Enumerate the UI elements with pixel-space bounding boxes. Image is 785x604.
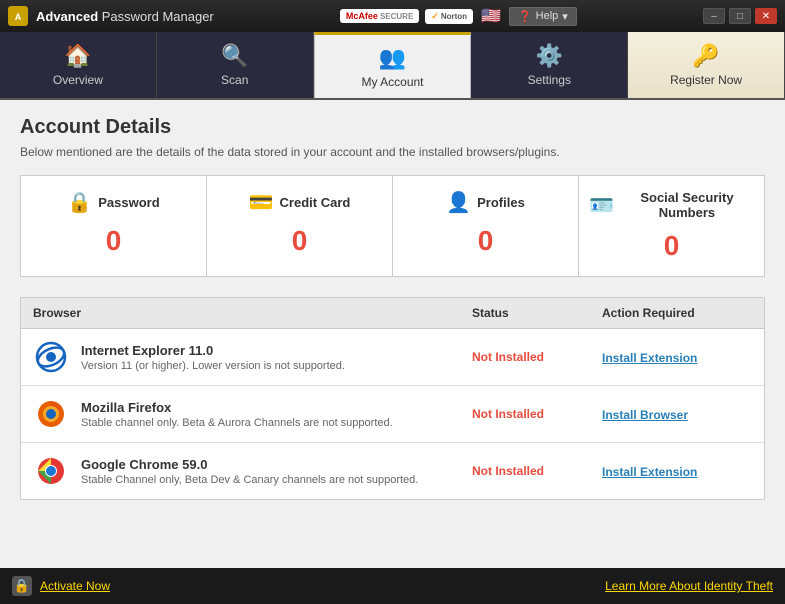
ssn-card-label: Social Security Numbers xyxy=(620,190,754,220)
mcafee-badge: McAfee SECURE xyxy=(340,9,419,23)
chrome-action[interactable]: Install Extension xyxy=(602,464,752,479)
chrome-info: Google Chrome 59.0 Stable Channel only, … xyxy=(33,453,472,489)
identity-theft-link[interactable]: Learn More About Identity Theft xyxy=(605,579,773,593)
firefox-action-link[interactable]: Install Browser xyxy=(602,408,688,422)
tab-myaccount-label: My Account xyxy=(361,75,423,89)
chrome-status: Not Installed xyxy=(472,464,602,478)
profiles-count: 0 xyxy=(403,225,568,257)
register-icon: 🔑 xyxy=(692,43,719,69)
creditcard-card-icon: 💳 xyxy=(249,190,274,215)
card-creditcard: 💳 Credit Card 0 xyxy=(207,176,393,276)
firefox-status: Not Installed xyxy=(472,407,602,421)
browser-row-firefox: Mozilla Firefox Stable channel only. Bet… xyxy=(21,386,764,443)
ie-action-link[interactable]: Install Extension xyxy=(602,351,697,365)
tab-overview[interactable]: 🏠 Overview xyxy=(0,32,157,98)
help-button[interactable]: ❓ Help ▾ xyxy=(509,7,577,26)
tab-scan-label: Scan xyxy=(221,73,248,87)
tab-myaccount[interactable]: 👥 My Account xyxy=(314,32,472,98)
overview-icon: 🏠 xyxy=(64,43,91,69)
password-card-label: Password xyxy=(98,195,159,210)
tab-registernow-label: Register Now xyxy=(670,73,742,87)
activate-button[interactable]: 🔒 Activate Now xyxy=(12,576,110,596)
myaccount-icon: 👥 xyxy=(379,45,406,71)
account-subtitle: Below mentioned are the details of the d… xyxy=(20,145,765,159)
chrome-action-link[interactable]: Install Extension xyxy=(602,465,697,479)
chrome-text: Google Chrome 59.0 Stable Channel only, … xyxy=(81,457,418,486)
firefox-name: Mozilla Firefox xyxy=(81,400,393,415)
profiles-card-icon: 👤 xyxy=(446,190,471,215)
chrome-icon xyxy=(33,453,69,489)
main-content: Account Details Below mentioned are the … xyxy=(0,100,785,568)
ie-status: Not Installed xyxy=(472,350,602,364)
card-password: 🔒 Password 0 xyxy=(21,176,207,276)
account-title: Account Details xyxy=(20,116,765,139)
firefox-info: Mozilla Firefox Stable channel only. Bet… xyxy=(33,396,472,432)
table-header: Browser Status Action Required xyxy=(21,298,764,329)
tab-scan[interactable]: 🔍 Scan xyxy=(157,32,314,98)
data-cards: 🔒 Password 0 💳 Credit Card 0 👤 Profiles … xyxy=(20,175,765,277)
title-bar: A Advanced Password Manager McAfee SECUR… xyxy=(0,0,785,32)
card-profiles: 👤 Profiles 0 xyxy=(393,176,579,276)
scan-icon: 🔍 xyxy=(221,43,248,69)
ie-info: Internet Explorer 11.0 Version 11 (or hi… xyxy=(33,339,472,375)
ie-text: Internet Explorer 11.0 Version 11 (or hi… xyxy=(81,343,345,372)
password-count: 0 xyxy=(31,225,196,257)
firefox-text: Mozilla Firefox Stable channel only. Bet… xyxy=(81,400,393,429)
ie-icon xyxy=(33,339,69,375)
security-badges: McAfee SECURE ✓ Norton 🇺🇸 ❓ Help ▾ xyxy=(340,6,577,26)
creditcard-count: 0 xyxy=(217,225,382,257)
tab-bar: 🏠 Overview 🔍 Scan 👥 My Account ⚙️ Settin… xyxy=(0,32,785,100)
browser-row-ie: Internet Explorer 11.0 Version 11 (or hi… xyxy=(21,329,764,386)
tab-registernow[interactable]: 🔑 Register Now xyxy=(628,32,785,98)
browser-row-chrome: Google Chrome 59.0 Stable Channel only, … xyxy=(21,443,764,499)
card-ssn: 🪪 Social Security Numbers 0 xyxy=(579,176,764,276)
app-logo: A xyxy=(8,6,28,26)
close-button[interactable]: ✕ xyxy=(755,8,777,24)
flag-icon[interactable]: 🇺🇸 xyxy=(481,6,501,26)
col-action-header: Action Required xyxy=(602,306,752,320)
ie-name: Internet Explorer 11.0 xyxy=(81,343,345,358)
app-title: Advanced Password Manager xyxy=(36,9,214,24)
ie-action[interactable]: Install Extension xyxy=(602,350,752,365)
firefox-desc: Stable channel only. Beta & Aurora Chann… xyxy=(81,417,393,429)
minimize-button[interactable]: – xyxy=(703,8,725,24)
firefox-action[interactable]: Install Browser xyxy=(602,407,752,422)
ssn-count: 0 xyxy=(589,230,754,262)
restore-button[interactable]: □ xyxy=(729,8,751,24)
tab-settings[interactable]: ⚙️ Settings xyxy=(471,32,628,98)
ssn-card-icon: 🪪 xyxy=(589,193,614,218)
activate-label[interactable]: Activate Now xyxy=(40,579,110,593)
svg-text:A: A xyxy=(15,12,22,22)
ie-desc: Version 11 (or higher). Lower version is… xyxy=(81,360,345,372)
firefox-icon xyxy=(33,396,69,432)
norton-badge: ✓ Norton xyxy=(425,9,473,24)
tab-overview-label: Overview xyxy=(53,73,103,87)
profiles-card-label: Profiles xyxy=(477,195,525,210)
chrome-desc: Stable Channel only, Beta Dev & Canary c… xyxy=(81,474,418,486)
lock-icon: 🔒 xyxy=(12,576,32,596)
col-browser-header: Browser xyxy=(33,306,472,320)
chrome-name: Google Chrome 59.0 xyxy=(81,457,418,472)
settings-icon: ⚙️ xyxy=(536,43,563,69)
tab-settings-label: Settings xyxy=(528,73,571,87)
browser-table: Browser Status Action Required Internet … xyxy=(20,297,765,500)
bottom-bar: 🔒 Activate Now Learn More About Identity… xyxy=(0,568,785,604)
col-status-header: Status xyxy=(472,306,602,320)
creditcard-card-label: Credit Card xyxy=(280,195,351,210)
password-card-icon: 🔒 xyxy=(67,190,92,215)
